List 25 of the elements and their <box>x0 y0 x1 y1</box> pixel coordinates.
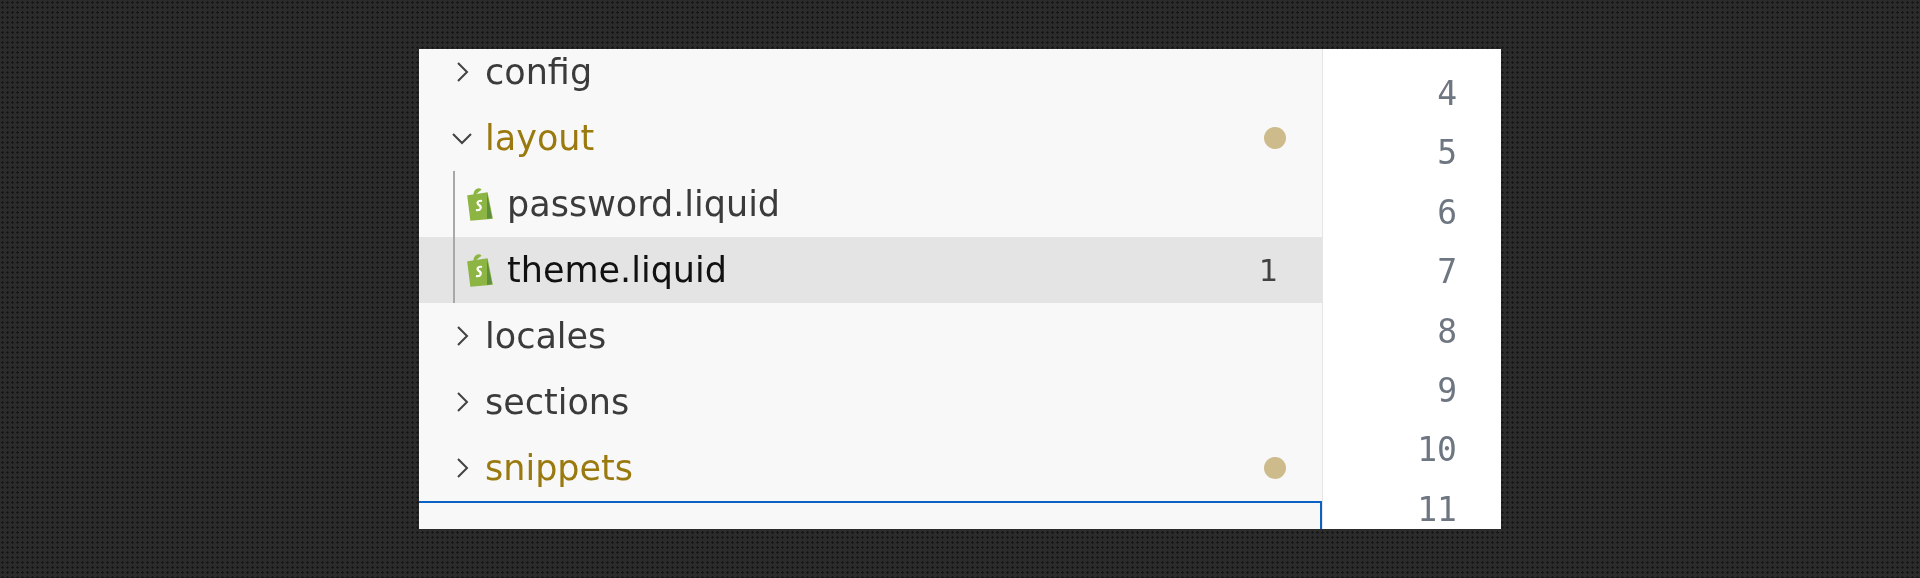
folder-row[interactable]: sections <box>419 369 1322 435</box>
line-number: 6 <box>1437 191 1457 234</box>
folder-row[interactable]: snippets <box>419 435 1322 501</box>
line-number: 11 <box>1417 488 1457 529</box>
folder-name: sections <box>485 380 630 424</box>
line-number: 7 <box>1437 251 1457 294</box>
problem-count: 1 <box>1258 251 1278 290</box>
bag-icon <box>465 253 495 287</box>
file-row[interactable]: password.liquid <box>419 171 1322 237</box>
file-name: theme.liquid <box>507 248 727 292</box>
line-number: 9 <box>1437 370 1457 413</box>
file-row[interactable]: theme.liquid 1 <box>419 237 1322 303</box>
folder-row[interactable]: layout <box>419 105 1322 171</box>
bag-icon <box>465 187 495 221</box>
folder-name: snippets <box>485 446 634 490</box>
file-name: password.liquid <box>507 182 781 226</box>
folder-name: locales <box>485 314 607 358</box>
folder-row[interactable]: locales <box>419 303 1322 369</box>
folder-name: config <box>485 50 593 94</box>
line-number: 4 <box>1437 73 1457 115</box>
line-number: 10 <box>1417 429 1457 472</box>
line-number: 5 <box>1437 132 1457 175</box>
line-number: 8 <box>1437 310 1457 353</box>
folder-name: layout <box>485 116 595 160</box>
folder-row[interactable]: config <box>419 49 1322 105</box>
